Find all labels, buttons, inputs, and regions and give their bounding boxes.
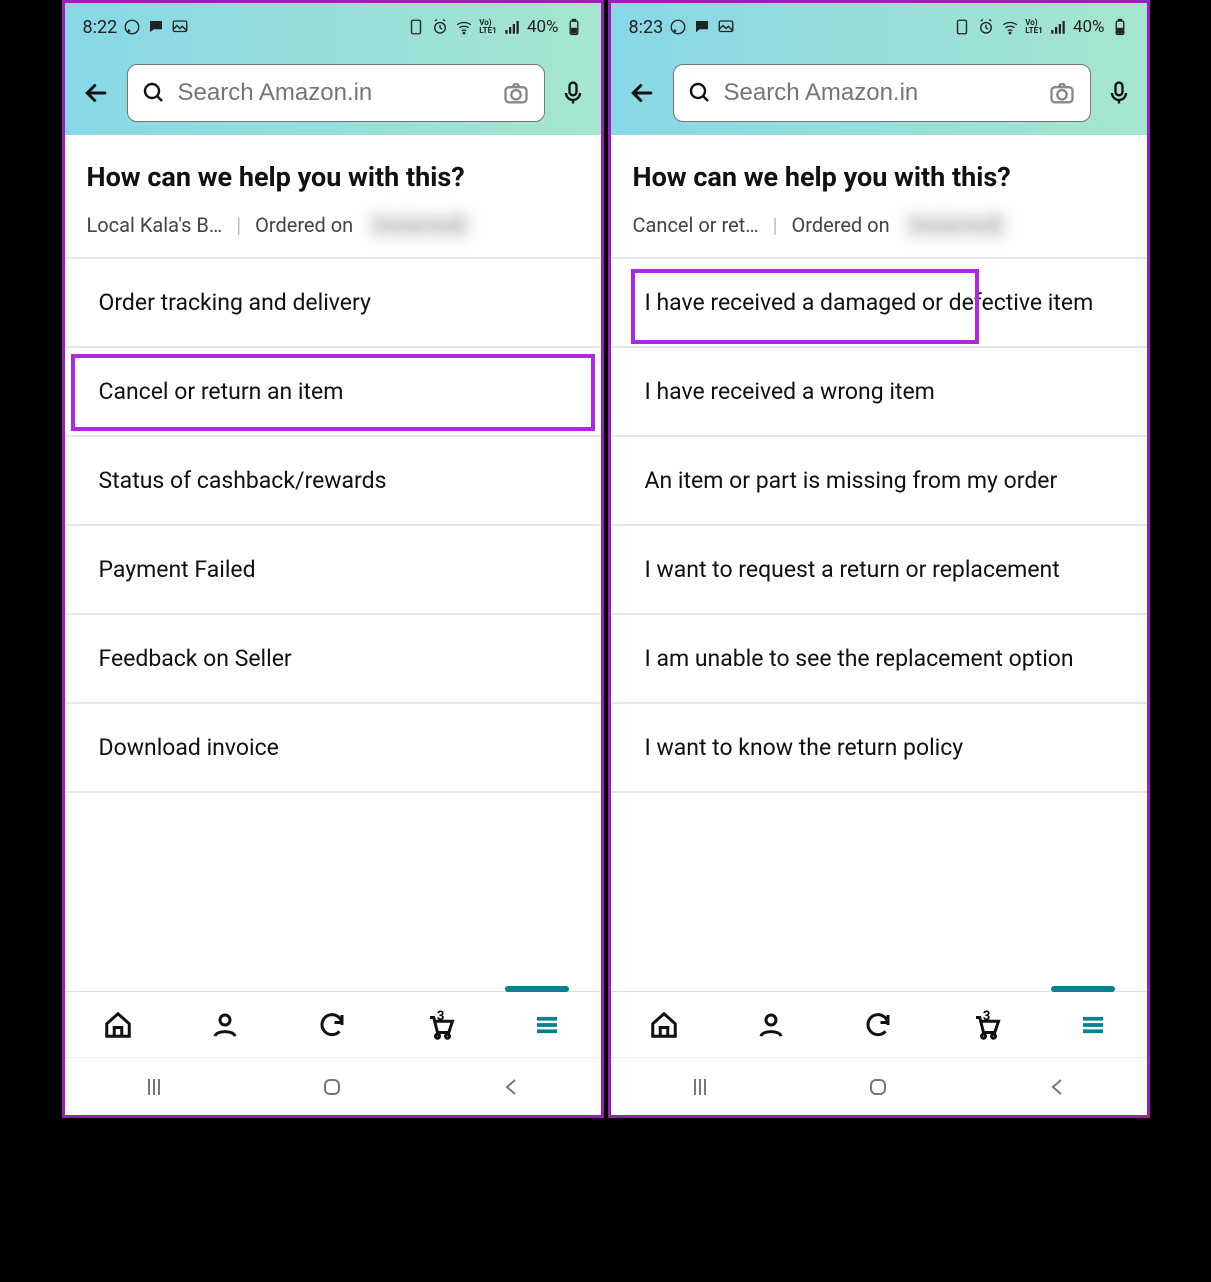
android-recents[interactable] xyxy=(139,1072,169,1102)
context-sep: | xyxy=(773,213,778,237)
tab-profile[interactable] xyxy=(753,1007,789,1043)
signal-icon xyxy=(1049,18,1067,36)
chat-icon xyxy=(693,18,711,36)
search-input[interactable] xyxy=(178,79,490,107)
tab-refresh[interactable] xyxy=(860,1007,896,1043)
context-ordered-value: [redacted] xyxy=(904,211,1009,239)
context-ordered-value: [redacted] xyxy=(367,211,472,239)
alarm-icon xyxy=(977,18,995,36)
battery-icon xyxy=(565,18,583,36)
wifi-icon xyxy=(1001,18,1019,36)
context-item: Cancel or ret… xyxy=(633,213,759,237)
mic-icon[interactable] xyxy=(1105,79,1133,107)
search-icon xyxy=(688,81,712,105)
status-time: 8:23 xyxy=(629,17,664,38)
tabbar-left: 3 xyxy=(65,991,601,1057)
signal-icon xyxy=(503,18,521,36)
search-icon xyxy=(142,81,166,105)
option-cancel-return[interactable]: Cancel or return an item xyxy=(65,348,601,437)
volte-icon: Vo)LTE1 xyxy=(1025,18,1043,36)
android-navbar-left xyxy=(65,1057,601,1115)
option-tracking[interactable]: Order tracking and delivery xyxy=(65,259,601,348)
tab-refresh[interactable] xyxy=(314,1007,350,1043)
app-header-right xyxy=(611,51,1147,135)
option-list-left: Order tracking and delivery Cancel or re… xyxy=(65,259,601,793)
image-icon xyxy=(171,18,189,36)
android-back[interactable] xyxy=(1042,1072,1072,1102)
back-button[interactable] xyxy=(625,76,659,110)
statusbar-right: 8:23 Vo)LTE1 40% xyxy=(611,3,1147,51)
option-feedback[interactable]: Feedback on Seller xyxy=(65,615,601,704)
chat-icon xyxy=(147,18,165,36)
option-return-policy[interactable]: I want to know the return policy xyxy=(611,704,1147,793)
statusbar-left: 8:22 Vo)LTE1 40% xyxy=(65,3,601,51)
android-home[interactable] xyxy=(863,1072,893,1102)
image-icon xyxy=(717,18,735,36)
notif-icon xyxy=(953,18,971,36)
context-row: Cancel or ret… | Ordered on [redacted] xyxy=(611,211,1147,259)
back-button[interactable] xyxy=(79,76,113,110)
app-header-left xyxy=(65,51,601,135)
tabbar-right: 3 xyxy=(611,991,1147,1057)
wifi-icon xyxy=(455,18,473,36)
option-payment-failed[interactable]: Payment Failed xyxy=(65,526,601,615)
option-request-return[interactable]: I want to request a return or replacemen… xyxy=(611,526,1147,615)
tab-menu[interactable] xyxy=(1075,1007,1111,1043)
android-home[interactable] xyxy=(317,1072,347,1102)
phone-left: 8:22 Vo)LTE1 40% How can we help you wit… xyxy=(62,0,604,1118)
tab-indicator xyxy=(1051,986,1115,992)
page-title: How can we help you with this? xyxy=(65,135,601,211)
status-time: 8:22 xyxy=(83,17,118,38)
page-title: How can we help you with this? xyxy=(611,135,1147,211)
camera-icon[interactable] xyxy=(502,79,530,107)
whatsapp-icon xyxy=(123,18,141,36)
whatsapp-icon xyxy=(669,18,687,36)
search-box[interactable] xyxy=(127,64,545,122)
camera-icon[interactable] xyxy=(1048,79,1076,107)
option-missing-part[interactable]: An item or part is missing from my order xyxy=(611,437,1147,526)
tab-cart[interactable]: 3 xyxy=(968,1007,1004,1043)
status-battery: 40% xyxy=(1073,17,1105,37)
tab-indicator xyxy=(505,986,569,992)
option-no-replacement-option[interactable]: I am unable to see the replacement optio… xyxy=(611,615,1147,704)
cart-count: 3 xyxy=(983,1009,990,1024)
tab-profile[interactable] xyxy=(207,1007,243,1043)
search-input[interactable] xyxy=(724,79,1036,107)
context-row: Local Kala's B… | Ordered on [redacted] xyxy=(65,211,601,259)
context-ordered-label: Ordered on xyxy=(255,213,353,237)
option-damaged-defective[interactable]: I have received a damaged or defective i… xyxy=(611,259,1147,348)
alarm-icon xyxy=(431,18,449,36)
context-ordered-label: Ordered on xyxy=(792,213,890,237)
tab-cart[interactable]: 3 xyxy=(422,1007,458,1043)
option-list-right: I have received a damaged or defective i… xyxy=(611,259,1147,793)
notif-icon xyxy=(407,18,425,36)
search-box[interactable] xyxy=(673,64,1091,122)
option-wrong-item[interactable]: I have received a wrong item xyxy=(611,348,1147,437)
context-item: Local Kala's B… xyxy=(87,213,223,237)
cart-count: 3 xyxy=(437,1009,444,1024)
tab-home[interactable] xyxy=(100,1007,136,1043)
android-back[interactable] xyxy=(496,1072,526,1102)
phone-right: 8:23 Vo)LTE1 40% How can we help you wit… xyxy=(608,0,1150,1118)
status-battery: 40% xyxy=(527,17,559,37)
option-download-invoice[interactable]: Download invoice xyxy=(65,704,601,793)
android-recents[interactable] xyxy=(685,1072,715,1102)
context-sep: | xyxy=(236,213,241,237)
volte-icon: Vo)LTE1 xyxy=(479,18,497,36)
mic-icon[interactable] xyxy=(559,79,587,107)
tab-home[interactable] xyxy=(646,1007,682,1043)
tab-menu[interactable] xyxy=(529,1007,565,1043)
option-cashback[interactable]: Status of cashback/rewards xyxy=(65,437,601,526)
battery-icon xyxy=(1111,18,1129,36)
android-navbar-right xyxy=(611,1057,1147,1115)
